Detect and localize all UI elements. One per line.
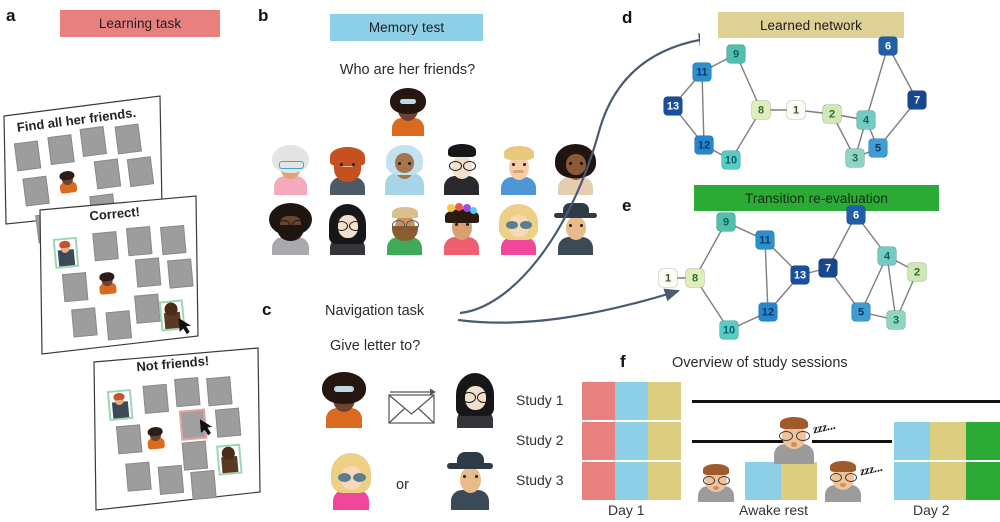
session-block-memory (615, 382, 648, 420)
transition-reeval-node-11[interactable]: 11 (755, 230, 775, 250)
avatar-bald-beard-glasses-man[interactable] (382, 203, 427, 255)
learning-tile[interactable] (134, 257, 162, 288)
transition-reeval-node-9[interactable]: 9 (716, 212, 736, 232)
learning-tile[interactable] (160, 225, 187, 256)
awake-rest-block-memory (745, 462, 781, 500)
friend-tile-revealed[interactable] (52, 236, 80, 269)
timeline-line-study-1 (692, 400, 1000, 403)
cue-avatar (146, 426, 166, 450)
memory-test-header-label: Memory test (368, 20, 445, 35)
learning-card-3: Not friends! (92, 340, 302, 520)
awake-rest-block-navigation (781, 462, 817, 500)
learning-tile[interactable] (13, 140, 42, 172)
transition-reeval-node-2[interactable]: 2 (907, 262, 927, 282)
learning-tile[interactable] (116, 424, 143, 455)
avatar-grey-hair-glasses-woman[interactable] (268, 143, 313, 195)
transition-reeval-node-6[interactable]: 6 (846, 205, 866, 225)
panel-letter-f: f (620, 352, 626, 371)
day2-block-navigation (930, 462, 966, 500)
axis-label-awake-rest: Awake rest (739, 502, 808, 518)
learning-tile[interactable] (105, 310, 133, 341)
navigation-task-label: Navigation task (325, 303, 425, 319)
transition-reeval-node-4[interactable]: 4 (877, 246, 897, 266)
session-block-learning (582, 462, 615, 500)
day2-block-memory (894, 462, 930, 500)
sleeping-person-icon (823, 460, 863, 502)
navigation-option-right[interactable] (446, 452, 494, 510)
learning-tile[interactable] (92, 231, 119, 262)
session-block-navigation (648, 462, 681, 500)
learning-tile[interactable] (47, 134, 75, 166)
row-label-study-1: Study 1 (516, 392, 564, 408)
panel-letter-b: b (258, 6, 269, 25)
panel-letter-c: c (262, 300, 272, 319)
panel-f-title: Overview of study sessions (672, 355, 848, 371)
avatar-hijab-woman[interactable] (382, 143, 427, 195)
timeline-line-study-2b (812, 440, 892, 443)
avatar-long-black-hair-glasses-woman[interactable] (325, 203, 370, 255)
session-block-navigation (648, 422, 681, 460)
navigation-to-avatar (452, 372, 498, 428)
axis-label-day-1: Day 1 (608, 502, 645, 518)
day2-block-reevaluation (966, 422, 1000, 460)
navigation-option-left[interactable] (328, 452, 374, 510)
friend-tile-revealed[interactable] (106, 388, 134, 421)
session-block-memory (615, 422, 648, 460)
learning-tile[interactable] (157, 464, 185, 495)
transition-reeval-node-12[interactable]: 12 (758, 302, 778, 322)
row-label-study-3: Study 3 (516, 472, 564, 488)
transition-reeval-node-13[interactable]: 13 (790, 265, 810, 285)
learning-tile[interactable] (181, 440, 209, 471)
mouse-cursor-icon (199, 419, 213, 436)
avatar-afro-beard-man[interactable] (268, 203, 313, 255)
learning-tile[interactable] (134, 293, 161, 324)
sleep-zzz-label-study-3: zzz... (858, 459, 885, 479)
learning-tile[interactable] (125, 461, 152, 492)
transition-reeval-node-10[interactable]: 10 (719, 320, 739, 340)
session-block-memory (615, 462, 648, 500)
transition-reeval-node-8[interactable]: 8 (685, 268, 705, 288)
mouse-cursor-icon (178, 317, 192, 335)
transition-reeval-node-7[interactable]: 7 (818, 258, 838, 278)
learning-task-header: Learning task (60, 10, 220, 37)
learning-tile[interactable] (142, 383, 169, 414)
navigation-from-avatar (320, 372, 368, 428)
envelope-icon (388, 388, 436, 424)
day2-block-navigation (930, 422, 966, 460)
day2-block-reevaluation (966, 462, 1000, 500)
learning-tile[interactable] (114, 123, 142, 155)
learning-tile[interactable] (174, 377, 201, 408)
transition-reeval-graph: 1 2 3 4 5 6 7 8 9 10 11 12 13 (480, 0, 1000, 350)
learning-tile[interactable] (167, 258, 194, 289)
session-block-learning (582, 382, 615, 420)
day2-block-memory (894, 422, 930, 460)
learning-tile[interactable] (61, 272, 89, 303)
session-block-learning (582, 422, 615, 460)
session-block-navigation (648, 382, 681, 420)
study-timeline: Study 1 Study 2 Study 3 zzz... zzz... Da… (500, 380, 1000, 520)
learning-tile[interactable] (206, 376, 233, 407)
row-label-study-2: Study 2 (516, 432, 564, 448)
navigation-or-label: or (396, 477, 409, 493)
memory-cue-avatar (388, 88, 428, 136)
give-letter-question: Give letter to? (330, 338, 421, 354)
learning-tile[interactable] (190, 470, 217, 501)
panel-letter-a: a (6, 6, 16, 25)
learning-tile[interactable] (79, 126, 107, 157)
sleeping-person-icon (772, 416, 816, 464)
axis-label-day-2: Day 2 (913, 502, 950, 518)
cue-avatar (98, 271, 117, 295)
transition-reeval-node-5[interactable]: 5 (851, 302, 871, 322)
sleeping-person-icon (696, 462, 736, 502)
learning-tile[interactable] (71, 307, 98, 338)
learning-task-header-label: Learning task (98, 16, 182, 31)
sleep-zzz-label-study-2: zzz... (811, 417, 838, 437)
friend-tile-revealed[interactable] (216, 443, 243, 476)
transition-reeval-node-3[interactable]: 3 (886, 310, 906, 330)
avatar-red-beard-man[interactable] (325, 143, 370, 195)
transition-reeval-node-1[interactable]: 1 (658, 268, 678, 288)
learning-tile[interactable] (126, 226, 153, 257)
